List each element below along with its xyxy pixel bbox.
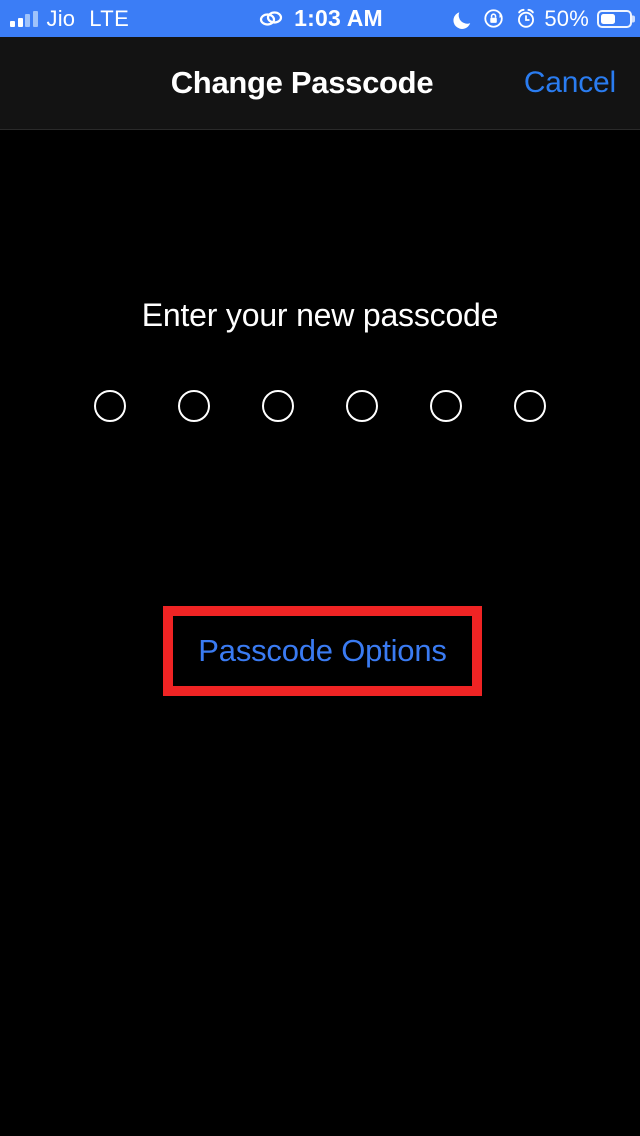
passcode-dot-3 bbox=[262, 390, 294, 422]
clock-time: 1:03 AM bbox=[294, 5, 383, 31]
phone-screen: Jio LTE 1:03 AM 50% Change Passcode Canc… bbox=[0, 0, 640, 1136]
status-bar-left: Jio LTE bbox=[0, 6, 129, 32]
rotation-lock-icon bbox=[483, 7, 506, 30]
cancel-button[interactable]: Cancel bbox=[524, 66, 616, 100]
passcode-options-button[interactable]: Passcode Options bbox=[173, 616, 472, 686]
highlight-annotation-box: Passcode Options bbox=[163, 606, 482, 696]
passcode-dot-2 bbox=[178, 390, 210, 422]
passcode-dots-row bbox=[0, 390, 640, 422]
cellular-signal-icon bbox=[10, 10, 38, 27]
battery-percentage: 50% bbox=[544, 5, 589, 31]
passcode-dot-5 bbox=[430, 390, 462, 422]
passcode-dot-6 bbox=[514, 390, 546, 422]
battery-icon bbox=[597, 9, 632, 28]
passcode-prompt-text: Enter your new passcode bbox=[141, 297, 499, 333]
status-bar: Jio LTE 1:03 AM 50% bbox=[0, 0, 640, 37]
battery-fill bbox=[601, 13, 615, 24]
navigation-bar: Change Passcode Cancel bbox=[0, 37, 640, 130]
carrier-name: Jio bbox=[46, 5, 76, 31]
do-not-disturb-moon-icon bbox=[453, 8, 474, 30]
link-icon bbox=[257, 8, 285, 30]
network-type-label: LTE bbox=[89, 5, 130, 31]
passcode-dot-1 bbox=[94, 390, 126, 422]
passcode-entry-screen: Enter your new passcode Passcode Options bbox=[0, 131, 640, 1136]
passcode-dot-4 bbox=[346, 390, 378, 422]
status-bar-right: 50% bbox=[453, 0, 632, 37]
alarm-clock-icon bbox=[515, 7, 537, 30]
